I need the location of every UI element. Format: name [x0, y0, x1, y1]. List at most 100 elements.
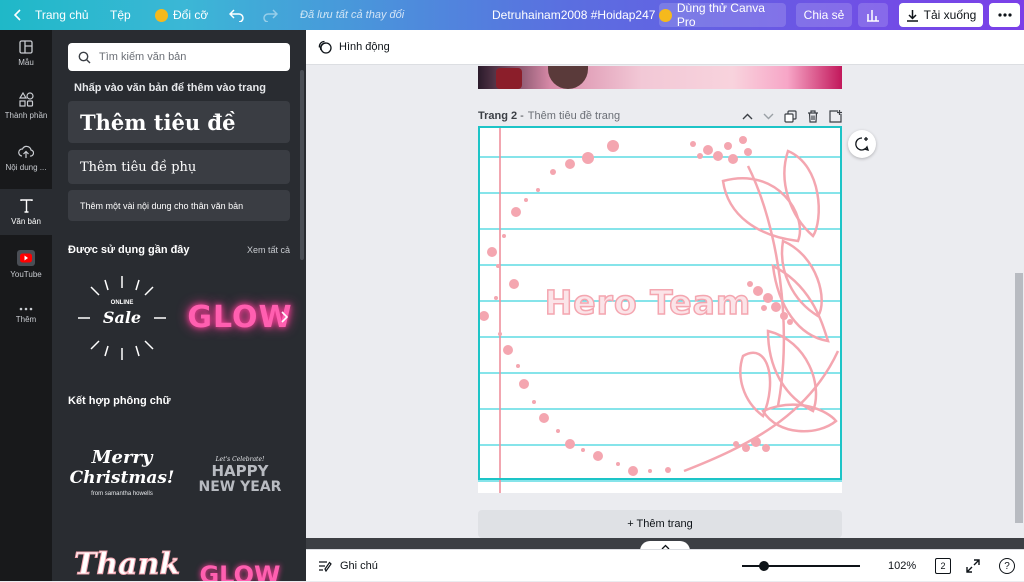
rail-item-uploads[interactable]: Nội dung ... [0, 135, 52, 181]
undo-icon [229, 8, 245, 22]
save-status: Đã lưu tất cả thay đổi [300, 9, 405, 21]
share-label: Chia sẻ [803, 8, 845, 22]
move-page-down-button[interactable] [763, 113, 774, 120]
search-input[interactable]: Tìm kiếm văn bản [68, 43, 290, 71]
home-link[interactable]: Trang chủ [14, 0, 89, 30]
notes-label: Ghi chú [340, 560, 378, 572]
merry-christmas-template[interactable]: Merry Christmas! from samantha howells [68, 432, 176, 512]
previous-page-preview[interactable] [478, 66, 842, 89]
sale-label: Sale [102, 308, 142, 327]
recent-section-title: Được sử dụng gần đây [68, 244, 190, 256]
add-page-inline-button[interactable] [829, 109, 842, 123]
document-title[interactable]: Detruhainam2008 #Hoidap247 [492, 0, 655, 30]
add-heading-button[interactable]: Thêm tiêu đề [68, 101, 290, 143]
more-options-button[interactable] [989, 3, 1020, 27]
rail-label: Mẫu [18, 57, 34, 67]
expand-icon [966, 559, 980, 573]
add-subheading-button[interactable]: Thêm tiêu đề phụ [68, 150, 290, 184]
search-placeholder: Tìm kiếm văn bản [99, 51, 187, 63]
chevron-up-icon [742, 113, 753, 119]
text-panel: Tìm kiếm văn bản Nhấp vào văn bản để thê… [52, 30, 306, 581]
add-page-icon [829, 109, 842, 123]
upload-icon [18, 145, 34, 159]
merry-label: Merry [91, 446, 153, 468]
redo-icon [262, 8, 278, 22]
rail-label: Thêm [15, 314, 37, 324]
panel-scrollbar[interactable] [300, 70, 304, 260]
page-count-button[interactable]: 2 [935, 558, 951, 574]
rail-label: Nội dung ... [5, 162, 47, 172]
photo-object [496, 68, 522, 89]
from-label: from samantha howells [91, 490, 153, 497]
editor-area: Hình động Trang 2 - Thêm tiêu đề trang H… [306, 30, 1024, 538]
redo-button[interactable] [262, 0, 278, 30]
vertical-scrollbar[interactable] [1014, 65, 1024, 538]
thank-label: Thank [73, 546, 181, 581]
design-page[interactable]: Hero Team [478, 126, 842, 493]
thank-template[interactable]: Thank [73, 544, 180, 581]
try-pro-button[interactable]: Dùng thử Canva Pro [659, 1, 786, 29]
notes-button[interactable]: Ghi chú [318, 550, 378, 582]
rail-item-more[interactable]: Thêm [0, 292, 52, 338]
zoom-level[interactable]: 102% [888, 550, 916, 582]
editor-toolbar: Hình động [306, 30, 1024, 65]
see-all-link[interactable]: Xem tất cả [247, 245, 290, 255]
rail-label: YouTube [10, 269, 42, 279]
comment-add-icon [854, 136, 870, 152]
glow-combo-template[interactable]: GLOW [190, 560, 290, 581]
font-combo-section-title: Kết hợp phông chữ [68, 395, 171, 407]
rail-item-elements[interactable]: Thành phần [0, 83, 52, 129]
delete-page-button[interactable] [807, 109, 819, 123]
add-comment-button[interactable] [848, 130, 876, 158]
animate-button[interactable]: Hình động [339, 41, 390, 53]
bottom-bar: Ghi chú 102% 2 ? [306, 549, 1024, 581]
duplicate-page-button[interactable] [784, 109, 797, 123]
animate-icon [318, 40, 332, 54]
help-button[interactable]: ? [999, 558, 1015, 574]
vertical-scroll-thumb[interactable] [1015, 273, 1023, 523]
chevron-right-icon [280, 311, 288, 323]
youtube-icon [17, 249, 35, 266]
undo-button[interactable] [229, 0, 245, 30]
search-icon [78, 51, 91, 64]
template-icon [19, 39, 33, 54]
page-title-input[interactable]: Thêm tiêu đề trang [528, 110, 620, 122]
top-bar: Trang chủ Tệp Đổi cỡ Đã lưu tất cả thay … [0, 0, 1024, 30]
hero-team-text[interactable]: Hero Team [518, 282, 778, 323]
carousel-next-button[interactable] [274, 302, 294, 332]
fullscreen-button[interactable] [965, 558, 981, 574]
sale-online-label: ONLINE [110, 300, 134, 306]
page-tools [742, 106, 842, 126]
sale-text-template[interactable]: ONLINE Sale [68, 266, 176, 370]
more-dots-icon [997, 13, 1012, 17]
rail-label: Thành phần [4, 111, 48, 120]
add-page-button[interactable]: + Thêm trang [478, 510, 842, 538]
rail-label: Văn bản [11, 216, 41, 226]
photo-figure [548, 66, 588, 89]
rail-item-templates[interactable]: Mẫu [0, 30, 52, 76]
share-button[interactable]: Chia sẻ [796, 3, 852, 27]
home-label: Trang chủ [35, 8, 89, 22]
christmas-label: Christmas! [69, 467, 175, 488]
zoom-slider-handle[interactable] [759, 561, 769, 571]
try-pro-label: Dùng thử Canva Pro [676, 1, 765, 29]
left-rail: Mẫu Thành phần Nội dung ... Văn bản YouT… [0, 30, 52, 581]
crown-icon [659, 8, 672, 22]
download-button[interactable]: Tải xuống [899, 3, 983, 27]
add-body-text-button[interactable]: Thêm một vài nội dung cho thân văn bản [68, 190, 290, 221]
text-icon [19, 198, 33, 213]
chevron-left-icon [14, 9, 22, 21]
happy-label: HAPPY [211, 461, 269, 480]
glow-combo-label: GLOW [199, 561, 281, 581]
page-label: Trang 2 [478, 110, 518, 122]
move-page-up-button[interactable] [742, 113, 753, 120]
insights-button[interactable] [858, 3, 888, 27]
page-header: Trang 2 - Thêm tiêu đề trang [478, 106, 842, 126]
file-menu[interactable]: Tệp [110, 0, 131, 30]
resize-button[interactable]: Đổi cỡ [155, 0, 208, 30]
notes-icon [318, 560, 332, 572]
rail-item-text[interactable]: Văn bản [0, 189, 52, 235]
happy-new-year-template[interactable]: Let's Celebrate! HAPPY NEW YEAR [190, 440, 290, 510]
elements-icon [18, 92, 34, 107]
rail-item-youtube[interactable]: YouTube [0, 241, 52, 287]
